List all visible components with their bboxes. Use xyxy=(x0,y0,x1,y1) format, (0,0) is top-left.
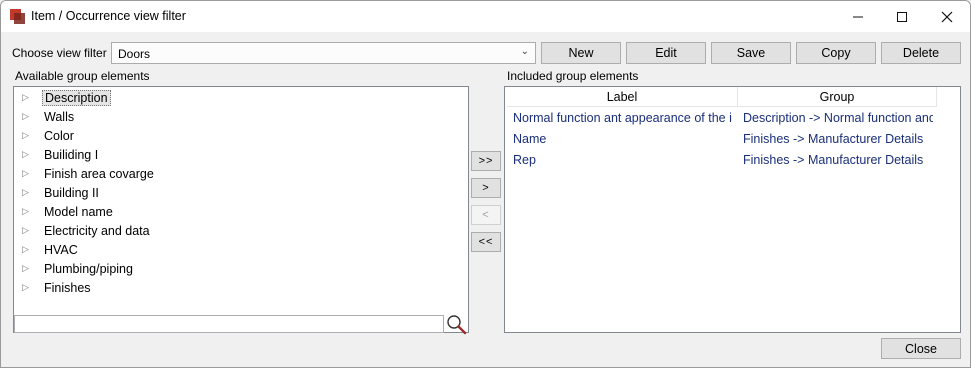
add-button[interactable]: > xyxy=(471,178,501,198)
expand-triangle-icon[interactable]: ▷ xyxy=(22,111,34,122)
maximize-icon xyxy=(897,11,907,22)
view-filter-value: Doors xyxy=(118,47,151,61)
remove-button[interactable]: < xyxy=(471,205,501,225)
table-cell-label[interactable]: Rep xyxy=(513,150,732,170)
tree-item[interactable]: ▷ Finish area covarge xyxy=(22,164,156,183)
tree-item[interactable]: ▷ Description xyxy=(22,88,111,107)
tree-item[interactable]: ▷ Walls xyxy=(22,107,76,126)
dialog-window: Item / Occurrence view filter Choose vie… xyxy=(0,0,971,368)
table-cell-label[interactable]: Normal function ant appearance of the it… xyxy=(513,108,732,128)
tree-item[interactable]: ▷ Builiding I xyxy=(22,145,100,164)
expand-triangle-icon[interactable]: ▷ xyxy=(22,168,34,179)
expand-triangle-icon[interactable]: ▷ xyxy=(22,263,34,274)
choose-view-filter-label: Choose view filter xyxy=(12,46,107,60)
expand-triangle-icon[interactable]: ▷ xyxy=(22,282,34,293)
copy-button[interactable]: Copy xyxy=(796,42,876,64)
column-header-label[interactable]: Label xyxy=(507,87,738,107)
tree-item[interactable]: ▷ Building II xyxy=(22,183,101,202)
expand-triangle-icon[interactable]: ▷ xyxy=(22,187,34,198)
tree-item[interactable]: ▷ HVAC xyxy=(22,240,80,259)
close-button[interactable]: Close xyxy=(881,338,961,359)
title-bar: Item / Occurrence view filter xyxy=(1,1,970,32)
available-tree: ▷ Description ▷ Walls ▷ Color ▷ Builidin… xyxy=(13,86,469,333)
save-button[interactable]: Save xyxy=(711,42,791,64)
included-group-title: Included group elements xyxy=(507,69,639,83)
delete-button[interactable]: Delete xyxy=(881,42,961,64)
new-button[interactable]: New xyxy=(541,42,621,64)
expand-triangle-icon[interactable]: ▷ xyxy=(22,92,34,103)
expand-triangle-icon[interactable]: ▷ xyxy=(22,206,34,217)
search-input[interactable] xyxy=(14,315,444,333)
view-filter-select[interactable]: Doors ⌄ xyxy=(111,42,536,64)
minimize-icon xyxy=(853,16,863,17)
tree-item[interactable]: ▷ Finishes xyxy=(22,278,93,297)
available-group-title: Available group elements xyxy=(15,69,150,83)
table-cell-label[interactable]: Name xyxy=(513,129,732,149)
column-header-group[interactable]: Group xyxy=(738,87,937,107)
remove-all-button[interactable]: << xyxy=(471,232,501,252)
edit-button[interactable]: Edit xyxy=(626,42,706,64)
table-cell-group[interactable]: Finishes -> Manufacturer Details xyxy=(743,129,933,149)
expand-triangle-icon[interactable]: ▷ xyxy=(22,130,34,141)
close-icon xyxy=(941,11,953,22)
maximize-button[interactable] xyxy=(879,1,925,32)
tree-item[interactable]: ▷ Electricity and data xyxy=(22,221,152,240)
tree-item[interactable]: ▷ Model name xyxy=(22,202,115,221)
table-cell-group[interactable]: Description -> Normal function and xyxy=(743,108,933,128)
chevron-down-icon: ⌄ xyxy=(520,46,529,57)
app-icon xyxy=(10,9,25,24)
expand-triangle-icon[interactable]: ▷ xyxy=(22,244,34,255)
expand-triangle-icon[interactable]: ▷ xyxy=(22,149,34,160)
add-all-button[interactable]: >> xyxy=(471,151,501,171)
search-icon[interactable] xyxy=(445,313,467,335)
table-cell-group[interactable]: Finishes -> Manufacturer Details xyxy=(743,150,933,170)
expand-triangle-icon[interactable]: ▷ xyxy=(22,225,34,236)
window-title: Item / Occurrence view filter xyxy=(31,9,186,23)
included-grid: Label Group Normal function ant appearan… xyxy=(504,86,961,333)
tree-item[interactable]: ▷ Color xyxy=(22,126,76,145)
close-window-button[interactable] xyxy=(924,1,970,32)
minimize-button[interactable] xyxy=(835,1,881,32)
tree-item[interactable]: ▷ Plumbing/piping xyxy=(22,259,135,278)
